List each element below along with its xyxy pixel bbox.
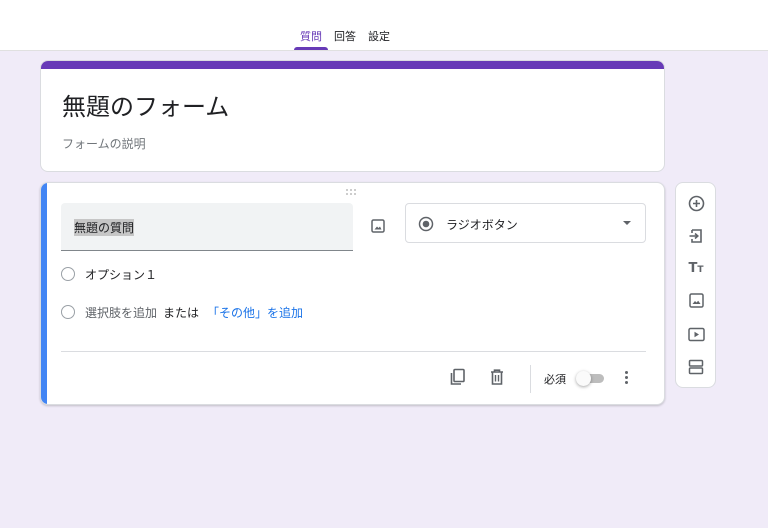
form-title[interactable]: 無題のフォーム xyxy=(62,87,229,122)
or-text: または xyxy=(163,305,200,320)
question-card[interactable]: 無題の質問 ラジオボタン オプション１ 選択肢を追加 または 「その他」を追加 … xyxy=(40,182,665,405)
add-question-icon[interactable] xyxy=(685,192,707,214)
required-label: 必須 xyxy=(544,373,566,386)
question-title-text: 無題の質問 xyxy=(74,219,135,236)
add-option-row: 選択肢を追加 または 「その他」を追加 xyxy=(61,302,303,322)
more-options-icon[interactable] xyxy=(616,366,636,388)
add-section-icon[interactable] xyxy=(685,356,707,378)
required-toggle[interactable] xyxy=(576,371,606,386)
active-indicator xyxy=(41,183,47,404)
dropdown-arrow-icon xyxy=(623,221,631,225)
form-header-card: 無題のフォーム フォームの説明 xyxy=(40,60,665,172)
option-radio-icon xyxy=(61,305,75,319)
question-type-label: ラジオボタン xyxy=(446,218,518,232)
add-image-icon[interactable] xyxy=(685,289,707,311)
drag-handle-icon[interactable] xyxy=(346,189,360,197)
question-type-dropdown[interactable]: ラジオボタン xyxy=(405,203,646,243)
option-label[interactable]: オプション１ xyxy=(85,266,157,283)
option-row[interactable]: オプション１ xyxy=(61,264,157,284)
delete-icon[interactable] xyxy=(486,366,508,388)
import-questions-icon[interactable] xyxy=(685,225,707,247)
form-description[interactable]: フォームの説明 xyxy=(62,135,146,152)
radio-button-icon xyxy=(418,216,434,232)
footer-divider xyxy=(61,351,646,352)
add-option-button[interactable]: 選択肢を追加 xyxy=(85,304,157,321)
tab-bar: 質問 回答 設定 xyxy=(294,28,396,50)
add-other-link[interactable]: 「その他」を追加 xyxy=(207,304,303,321)
header-accent-band xyxy=(41,61,664,69)
add-title-icon[interactable]: TT xyxy=(685,257,707,279)
tab-questions[interactable]: 質問 xyxy=(294,28,328,50)
add-image-icon[interactable] xyxy=(367,215,389,237)
side-toolbar: TT xyxy=(675,182,716,388)
tab-responses[interactable]: 回答 xyxy=(328,28,362,50)
question-title-input[interactable]: 無題の質問 xyxy=(61,203,353,251)
tab-settings[interactable]: 設定 xyxy=(362,28,396,50)
add-video-icon[interactable] xyxy=(685,323,707,345)
footer-separator xyxy=(530,365,531,393)
option-radio-icon xyxy=(61,267,75,281)
duplicate-icon[interactable] xyxy=(447,366,469,388)
top-bar: 質問 回答 設定 xyxy=(0,0,768,51)
